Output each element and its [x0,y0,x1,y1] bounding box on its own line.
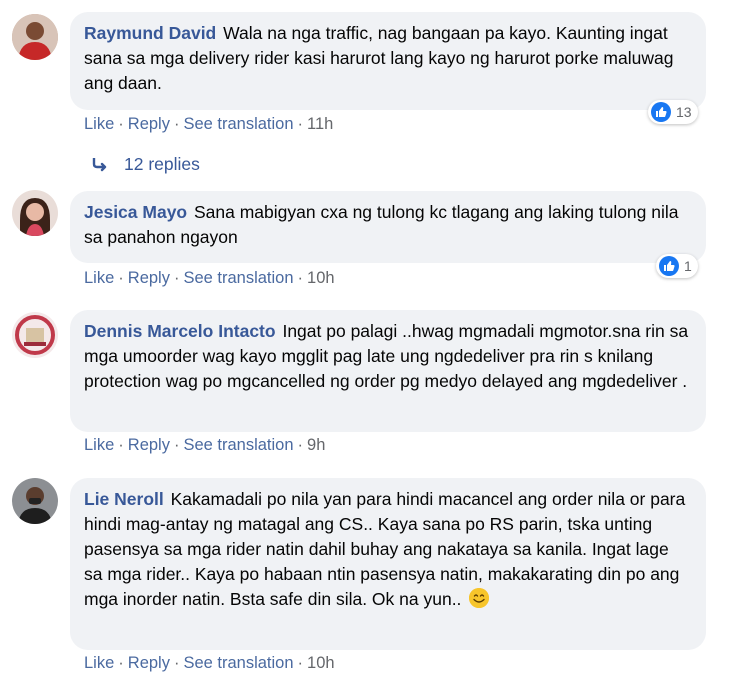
like-reaction-icon [659,256,679,276]
avatar[interactable] [12,478,58,524]
like-button[interactable]: Like [84,436,114,454]
comment-actions: Like · Reply · See translation · 10h [84,654,335,672]
comment-author[interactable]: Dennis Marcelo Intacto [84,321,276,341]
reply-button[interactable]: Reply [128,436,170,454]
reaction-number: 13 [676,104,692,120]
see-translation-link[interactable]: See translation [183,115,293,133]
like-reaction-icon [651,102,671,122]
reply-arrow-icon [92,157,107,171]
timestamp[interactable]: 9h [307,436,325,454]
view-replies-link[interactable]: 12 replies [92,154,200,175]
timestamp[interactable]: 10h [307,654,335,672]
reaction-number: 1 [684,258,692,274]
comment-bubble: Lie Neroll Kakamadali po nila yan para h… [70,478,706,650]
comment-actions: Like · Reply · See translation · 9h [84,436,326,454]
reply-button[interactable]: Reply [128,269,170,287]
see-translation-link[interactable]: See translation [183,436,293,454]
reply-button[interactable]: Reply [128,654,170,672]
timestamp[interactable]: 10h [307,269,335,287]
smile-emoji-icon [469,588,490,608]
comment-actions: Like · Reply · See translation · 10h [84,269,335,287]
timestamp[interactable]: 11h [307,115,333,133]
see-translation-link[interactable]: See translation [183,654,293,672]
avatar[interactable] [12,14,58,60]
replies-label: 12 replies [124,154,200,174]
like-button[interactable]: Like [84,269,114,287]
reaction-count[interactable]: 1 [656,254,698,278]
comment-author[interactable]: Raymund David [84,23,216,43]
reply-button[interactable]: Reply [128,115,170,133]
like-button[interactable]: Like [84,654,114,672]
comment-bubble: Raymund David Wala na nga traffic, nag b… [70,12,706,110]
see-translation-link[interactable]: See translation [183,269,293,287]
avatar[interactable] [12,190,58,236]
reaction-count[interactable]: 13 [648,100,698,124]
avatar[interactable] [12,312,58,358]
comment-bubble: Dennis Marcelo Intacto Ingat po palagi .… [70,310,706,432]
comment-bubble: Jesica Mayo Sana mabigyan cxa ng tulong … [70,191,706,263]
comment-author[interactable]: Jesica Mayo [84,202,187,222]
like-button[interactable]: Like [84,115,114,133]
comment-author[interactable]: Lie Neroll [84,489,164,509]
comment-actions: Like · Reply · See translation · 11h [84,115,334,133]
comment-text: Kakamadali po nila yan para hindi macanc… [84,489,686,609]
